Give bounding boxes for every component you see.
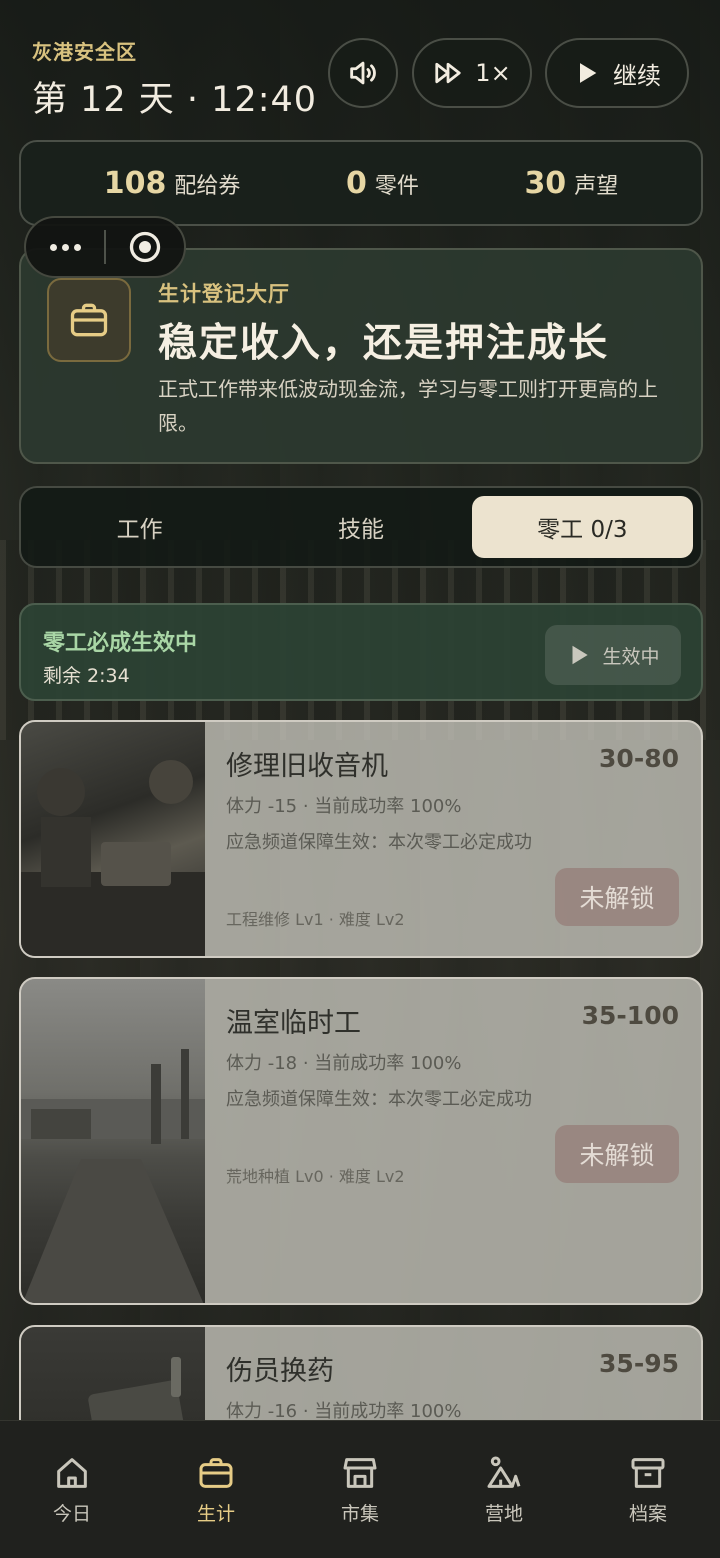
job-name: 伤员换药: [226, 1356, 334, 1387]
job-pay: 35-100: [581, 1001, 679, 1030]
banner-remaining: 剩余 2:34: [43, 665, 130, 687]
continue-button[interactable]: 继续: [545, 38, 689, 108]
resource-label: 零件: [374, 173, 419, 199]
camp-icon: [487, 1456, 521, 1488]
speaker-icon: [350, 61, 376, 85]
job-pay: 35-95: [599, 1349, 679, 1378]
briefcase-icon: [199, 1458, 233, 1488]
job-stamina: 体力 -15 · 当前成功率 100%: [226, 796, 462, 817]
more-icon[interactable]: [26, 243, 104, 251]
resource-label: 声望: [574, 173, 619, 199]
nav-label: 营地: [484, 1503, 523, 1525]
job-note: 应急频道保障生效：本次零工必定成功: [226, 1089, 532, 1110]
briefcase-icon: [47, 278, 131, 362]
fast-forward-icon: [435, 62, 461, 84]
bottom-nav: 今日 生计 市集 营地 档案: [0, 1420, 720, 1558]
resource-reputation: 30 声望: [524, 166, 618, 201]
nav-item-archive[interactable]: 档案: [576, 1421, 720, 1558]
job-image: [21, 979, 205, 1303]
close-target-icon[interactable]: [106, 229, 184, 265]
hero-description: 正式工作带来低波动现金流，学习与零工则打开更高的上限。: [158, 377, 658, 435]
resource-bar: 108 配给券 0 零件 30 声望: [19, 140, 703, 226]
store-icon: [343, 1458, 377, 1488]
nav-label: 今日: [52, 1503, 91, 1525]
job-card[interactable]: 修理旧收音机 30-80 体力 -15 · 当前成功率 100% 应急频道保障生…: [19, 720, 703, 958]
job-name: 修理旧收音机: [226, 751, 388, 782]
tab-work[interactable]: 工作: [29, 496, 250, 558]
job-card[interactable]: 温室临时工 35-100 体力 -18 · 当前成功率 100% 应急频道保障生…: [19, 977, 703, 1305]
tab-gigs[interactable]: 零工 0/3: [471, 496, 693, 558]
hero-card: 生计登记大厅 稳定收入，还是押注成长 正式工作带来低波动现金流，学习与零工则打开…: [19, 248, 703, 464]
job-stamina: 体力 -18 · 当前成功率 100%: [226, 1053, 462, 1074]
archive-icon: [631, 1458, 665, 1488]
resource-value: 0: [345, 165, 367, 201]
resource-label: 配给券: [174, 173, 241, 199]
locked-button[interactable]: 未解锁: [555, 868, 679, 926]
job-note: 应急频道保障生效：本次零工必定成功: [226, 832, 532, 853]
banner-title: 零工必成生效中: [43, 631, 198, 656]
nav-label: 市集: [340, 1503, 379, 1525]
active-status-label: 生效中: [602, 645, 660, 668]
hero-title: 稳定收入，还是押注成长: [158, 321, 610, 366]
resource-ration: 108 配给券: [104, 166, 241, 201]
resource-value: 30: [524, 165, 567, 201]
home-icon: [57, 1458, 87, 1488]
sound-button[interactable]: [328, 38, 398, 108]
job-pay: 30-80: [599, 744, 679, 773]
day-time: 第 12 天 · 12:40: [32, 80, 318, 120]
job-tags: 荒地种植 Lv0 · 难度 Lv2: [226, 1167, 405, 1186]
job-image: [21, 722, 205, 956]
nav-label: 生计: [196, 1503, 235, 1525]
job-name: 温室临时工: [226, 1008, 361, 1039]
speed-label: 1×: [475, 59, 511, 87]
tab-skills[interactable]: 技能: [250, 496, 471, 558]
continue-label: 继续: [613, 61, 661, 90]
play-icon: [580, 63, 597, 83]
resource-value: 108: [103, 165, 167, 201]
header: 灰港安全区 第 12 天 · 12:40: [32, 36, 317, 122]
play-icon: [572, 645, 589, 665]
nav-label: 档案: [628, 1503, 667, 1525]
nav-item-livelihood[interactable]: 生计: [144, 1421, 288, 1558]
resource-parts: 0 零件: [346, 166, 419, 201]
hero-kicker: 生计登记大厅: [158, 282, 290, 306]
speed-button[interactable]: 1×: [412, 38, 532, 108]
active-status-button[interactable]: 生效中: [545, 625, 681, 685]
gig-guarantee-banner: 零工必成生效中 剩余 2:34 生效中: [19, 603, 703, 701]
nav-item-camp[interactable]: 营地: [432, 1421, 576, 1558]
job-tags: 工程维修 Lv1 · 难度 Lv2: [226, 910, 405, 929]
locked-button[interactable]: 未解锁: [555, 1125, 679, 1183]
miniprogram-capsule: [24, 216, 186, 278]
nav-item-today[interactable]: 今日: [0, 1421, 144, 1558]
nav-item-market[interactable]: 市集: [288, 1421, 432, 1558]
tab-bar: 工作 技能 零工 0/3: [19, 486, 703, 568]
zone-name: 灰港安全区: [32, 40, 137, 64]
